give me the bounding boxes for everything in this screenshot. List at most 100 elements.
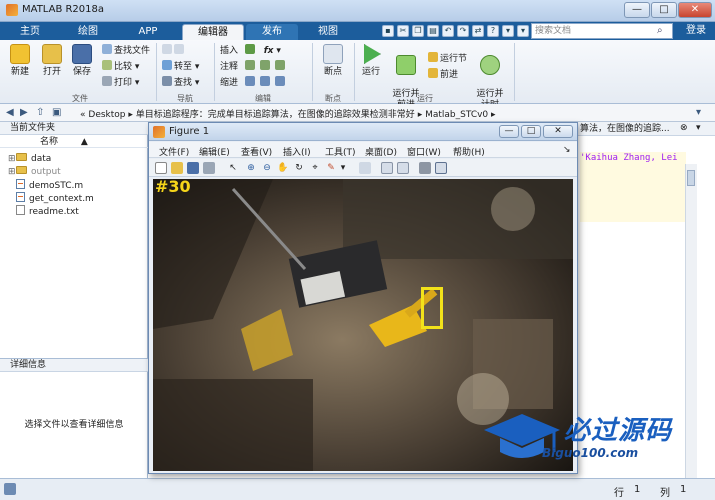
close-button[interactable]: ✕	[678, 2, 712, 18]
tab-publish[interactable]: 发布	[246, 24, 298, 40]
tab-plots[interactable]: 绘图	[62, 24, 114, 40]
menu-tools[interactable]: 工具(T)	[325, 145, 356, 158]
expand-icon[interactable]: ⊞	[8, 166, 16, 178]
arrow-left-icon	[162, 44, 172, 54]
save-button[interactable]: 保存	[66, 44, 98, 78]
brush-dropdown-icon[interactable]: ▾	[339, 162, 347, 174]
editor-tab-title[interactable]: 算法，在图像的追踪...	[580, 123, 670, 135]
advance-button[interactable]: 前进	[428, 68, 458, 82]
link-plot-icon[interactable]	[359, 162, 371, 174]
up-folder-icon[interactable]: ⇧	[36, 107, 44, 118]
code-line[interactable]: 'Kaihua Zhang, Lei	[580, 153, 678, 163]
tab-view[interactable]: 视图	[302, 24, 354, 40]
browse-folder-icon[interactable]: ▣	[52, 107, 61, 118]
path-matlab-stc[interactable]: Matlab_STCv0	[425, 110, 488, 120]
list-item-output[interactable]: ⊞ output	[8, 166, 61, 178]
list-item-get-context[interactable]: get_context.m	[8, 192, 94, 204]
copy-icon[interactable]: ❐	[412, 25, 424, 37]
open-file-icon[interactable]	[171, 162, 183, 174]
menu-insert[interactable]: 插入(I)	[283, 145, 311, 158]
menu-help[interactable]: 帮助(H)	[453, 145, 485, 158]
list-item-readme[interactable]: readme.txt	[8, 205, 79, 217]
save-icon	[72, 44, 92, 64]
cut-icon[interactable]: ✂	[397, 25, 409, 37]
brush-icon[interactable]: ✎	[325, 162, 337, 174]
fx-icon[interactable]: fx	[264, 46, 274, 56]
window-title: MATLAB R2018a	[22, 4, 105, 15]
tracking-bounding-box	[421, 287, 443, 329]
group-label-breakpoints: 断点	[325, 94, 341, 103]
minimize-button[interactable]: —	[624, 2, 650, 18]
figure-title-bar[interactable]: Figure 1 — □ ✕	[149, 123, 577, 141]
paste-icon[interactable]: ▤	[427, 25, 439, 37]
tab-home[interactable]: 主页	[4, 24, 56, 40]
panel-close-icon[interactable]: ⊗	[680, 123, 688, 133]
dropdown-icon[interactable]: ▾	[502, 25, 514, 37]
nav-back-forward[interactable]	[162, 44, 186, 58]
run-button[interactable]: 运行	[356, 44, 386, 78]
indent-button[interactable]: 缩进	[220, 76, 287, 90]
find-button[interactable]: 查找 ▾	[162, 76, 199, 90]
menu-desktop[interactable]: 桌面(D)	[365, 145, 397, 158]
name-column-header[interactable]: 名称 ▲	[0, 136, 148, 148]
watermark-text: 必过源码	[564, 416, 673, 446]
login-button[interactable]: 登录	[680, 23, 712, 39]
redo-icon[interactable]: ↷	[457, 25, 469, 37]
path-project-folder[interactable]: 单目标追踪程序：完成单目标追踪算法，在图像的追踪效果检测非常好	[136, 110, 415, 120]
editor-scroll-thumb[interactable]	[687, 170, 695, 186]
pan-hand-icon[interactable]: ✋	[277, 162, 289, 174]
list-item-demostc[interactable]: demoSTC.m	[8, 179, 83, 191]
tab-editor[interactable]: 编辑器	[182, 24, 244, 40]
address-dropdown-icon[interactable]: ▾	[696, 107, 701, 118]
goto-button[interactable]: 转至 ▾	[162, 60, 199, 74]
help-icon[interactable]: ?	[487, 25, 499, 37]
breakpoints-button[interactable]: 断点	[316, 44, 350, 78]
path-desktop[interactable]: Desktop	[88, 110, 125, 120]
insert-button[interactable]: 插入 fx ▾	[220, 44, 281, 58]
zoom-in-icon[interactable]: ⊕	[245, 162, 257, 174]
back-arrow-icon[interactable]: ◀	[6, 107, 14, 118]
save-icon[interactable]: ▪	[382, 25, 394, 37]
insert-legend-icon[interactable]	[397, 162, 409, 174]
maximize-button[interactable]: □	[651, 2, 677, 18]
list-item-data[interactable]: ⊞ data	[8, 153, 51, 165]
find-files-icon	[102, 44, 112, 54]
menu-file[interactable]: 文件(F)	[159, 145, 189, 158]
customize-icon[interactable]: ▾	[517, 25, 529, 37]
search-docs-input[interactable]: 搜索文档	[531, 23, 673, 39]
figure-minimize-button[interactable]: —	[499, 125, 519, 138]
current-path[interactable]: « Desktop ▸ 单目标追踪程序：完成单目标追踪算法，在图像的追踪效果检测…	[80, 107, 496, 120]
run-and-time-button[interactable]: 运行并 计时	[472, 44, 508, 111]
rotate-3d-icon[interactable]: ↻	[293, 162, 305, 174]
undo-icon[interactable]: ↶	[442, 25, 454, 37]
forward-arrow-icon[interactable]: ▶	[20, 107, 28, 118]
hide-plot-tools-icon[interactable]	[419, 162, 431, 174]
panel-menu-icon[interactable]: ▾	[696, 123, 701, 133]
tab-apps[interactable]: APP	[120, 24, 176, 40]
zoom-out-icon[interactable]: ⊖	[261, 162, 273, 174]
comment-button[interactable]: 注释	[220, 60, 287, 74]
menu-edit[interactable]: 编辑(E)	[199, 145, 230, 158]
compare-button[interactable]: 比较 ▾	[102, 60, 139, 74]
save-figure-icon[interactable]	[187, 162, 199, 174]
menu-dock-arrow-icon[interactable]: ↘	[563, 145, 571, 155]
new-button[interactable]: 新建	[4, 44, 36, 78]
expand-icon[interactable]: ⊞	[8, 153, 16, 165]
find-files-button[interactable]: 查找文件	[102, 44, 150, 58]
insert-colorbar-icon[interactable]	[381, 162, 393, 174]
status-icon[interactable]	[4, 483, 16, 495]
open-button[interactable]: 打开	[36, 44, 68, 78]
search-icon[interactable]: ⌕	[657, 25, 663, 36]
figure-close-button[interactable]: ✕	[543, 125, 573, 138]
show-plot-tools-icon[interactable]	[435, 162, 447, 174]
print-figure-icon[interactable]	[203, 162, 215, 174]
figure-maximize-button[interactable]: □	[521, 125, 541, 138]
new-figure-icon[interactable]	[155, 162, 167, 174]
data-cursor-icon[interactable]: ⌖	[309, 162, 321, 174]
edit-plot-arrow-icon[interactable]: ↖	[227, 162, 239, 174]
switch-windows-icon[interactable]: ⇄	[472, 25, 484, 37]
print-button[interactable]: 打印 ▾	[102, 76, 139, 90]
menu-window[interactable]: 窗口(W)	[407, 145, 441, 158]
run-section-button[interactable]: 运行节	[428, 52, 467, 66]
menu-view[interactable]: 查看(V)	[241, 145, 272, 158]
